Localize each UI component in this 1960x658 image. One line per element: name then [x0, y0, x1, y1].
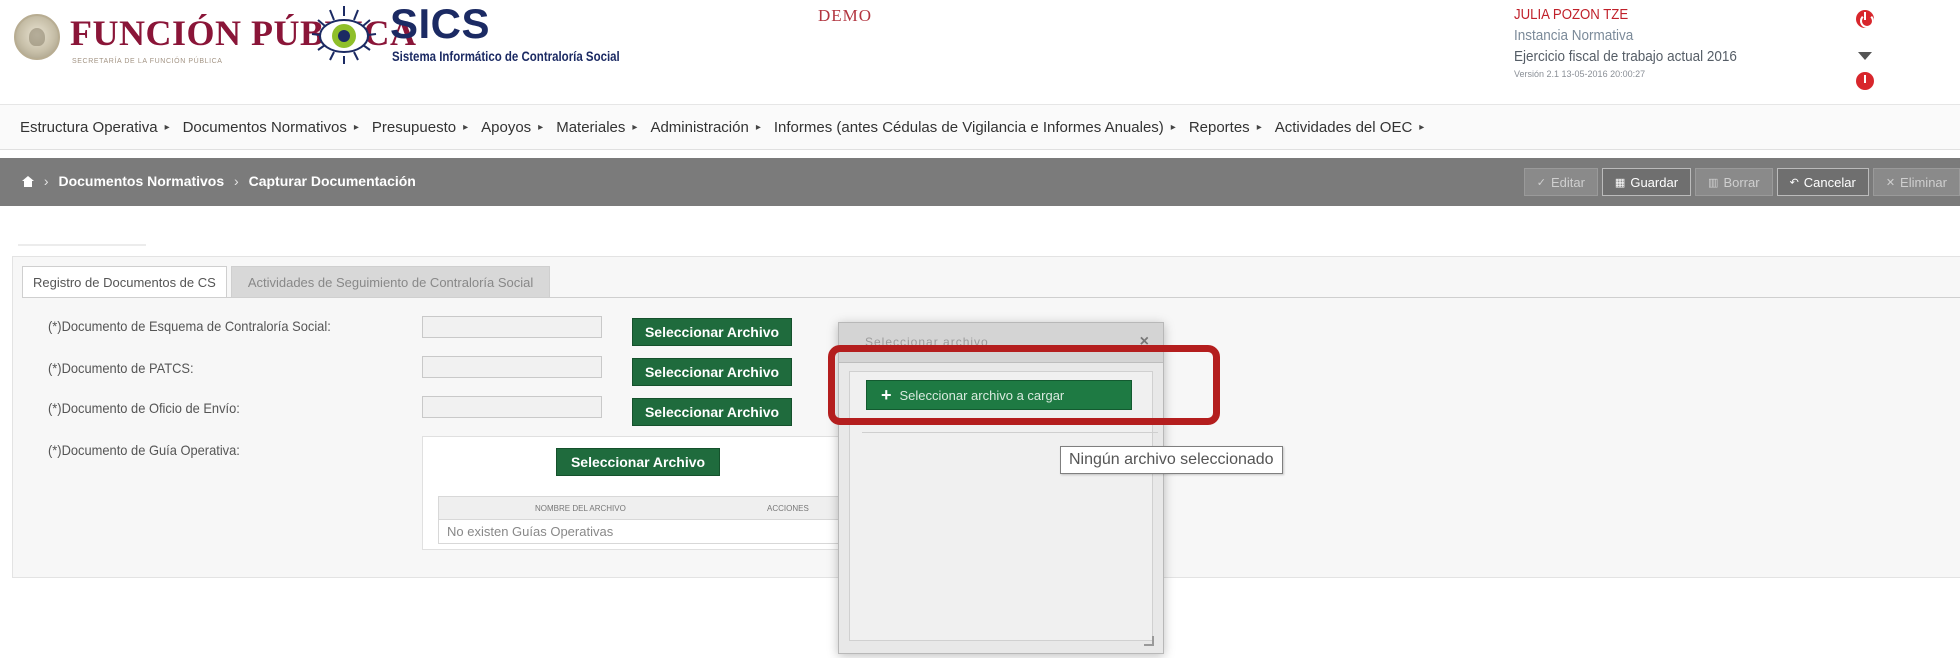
national-seal-logo [14, 14, 60, 60]
cancel-label: Cancelar [1803, 174, 1856, 190]
guia-label: (*)Documento de Guía Operativa: [48, 442, 240, 458]
breadcrumb-documentos-normativos[interactable]: Documentos Normativos [58, 173, 224, 189]
more-button[interactable]: ✕ Eliminar [1872, 168, 1960, 196]
esquema-label: (*)Documento de Esquema de Contraloría S… [48, 318, 331, 334]
action-toolbar: ✓ Editar ▦ Guardar ▥ Borrar ↶ Cancelar ✕ Elim… [1523, 168, 1960, 196]
breadcrumb-separator: › [43, 173, 49, 189]
menu-label: Actividades del OEC [1274, 118, 1413, 136]
annotation-highlight-box [828, 345, 1220, 425]
main-menu: Estructura Operativa ▸ Documentos Normati… [0, 104, 1960, 150]
user-info: JULIA POZON TZE Instancia Normativa Ejer… [1514, 6, 1784, 79]
app-title: SICS [390, 0, 491, 47]
menu-label: Estructura Operativa [20, 118, 158, 136]
app-header: FUNCIÓN PÚBLICA SECRETARÍA DE LA FUNCIÓN… [0, 0, 1960, 104]
edit-button[interactable]: ✓ Editar [1523, 168, 1598, 196]
breadcrumb: › Documentos Normativos › Capturar Docum… [22, 173, 416, 189]
fiscal-year: Ejercicio fiscal de trabajo actual 2016 [1514, 48, 1737, 65]
undo-icon: ↶ [1789, 176, 1799, 189]
check-icon: ✓ [1536, 176, 1546, 189]
menu-label: Apoyos [481, 118, 532, 136]
tab-registro-documentos[interactable]: Registro de Documentos de CS [22, 266, 227, 298]
divider [18, 244, 146, 246]
alert-icon[interactable] [1856, 72, 1874, 90]
menu-estructura-operativa[interactable]: Estructura Operativa ▸ [20, 119, 170, 136]
guia-table-header: NOMBRE DEL ARCHIVO ACCIONES [438, 496, 842, 520]
breadcrumb-capturar-documentacion: Capturar Documentación [248, 173, 416, 189]
menu-arrow-icon: ▸ [538, 121, 544, 133]
environment-label: DEMO [818, 6, 873, 25]
user-instance: Instancia Normativa [1514, 27, 1634, 44]
menu-arrow-icon: ▸ [164, 121, 170, 133]
save-icon: ▦ [1614, 176, 1626, 189]
tab-border [22, 297, 1960, 298]
menu-arrow-icon: ▸ [463, 121, 469, 133]
delete-button[interactable]: ▥ Borrar [1695, 168, 1773, 196]
menu-arrow-icon: ▸ [755, 121, 761, 133]
menu-actividades-oec[interactable]: Actividades del OEC ▸ [1275, 119, 1425, 136]
guia-empty-row: No existen Guías Operativas [438, 520, 842, 544]
esquema-file-field [422, 316, 602, 338]
menu-materiales[interactable]: Materiales ▸ [556, 119, 637, 136]
esquema-select-file-button[interactable]: Seleccionar Archivo [632, 318, 792, 346]
more-label: Eliminar [1900, 174, 1947, 190]
close-icon: ✕ [1885, 176, 1896, 189]
menu-label: Administración [650, 118, 749, 136]
trash-icon: ▥ [1708, 176, 1719, 189]
version-info: Versión 2.1 13-05-2016 20:00:27 [1514, 69, 1646, 79]
dialog-divider [862, 432, 1158, 433]
column-header-actions: ACCIONES [767, 503, 809, 513]
menu-label: Presupuesto [371, 118, 457, 136]
patcs-label: (*)Documento de PATCS: [48, 360, 194, 376]
menu-label: Reportes [1188, 118, 1250, 136]
menu-label: Materiales [556, 118, 626, 136]
oficio-label: (*)Documento de Oficio de Envío: [48, 400, 240, 416]
menu-administracion[interactable]: Administración ▸ [650, 119, 760, 136]
brand-subtitle: SECRETARÍA DE LA FUNCIÓN PÚBLICA [72, 58, 223, 65]
resize-handle-icon[interactable] [1144, 636, 1154, 646]
menu-documentos-normativos[interactable]: Documentos Normativos ▸ [183, 119, 359, 136]
patcs-file-field [422, 356, 602, 378]
save-button[interactable]: ▦ Guardar [1601, 168, 1692, 196]
menu-arrow-icon: ▸ [1256, 121, 1262, 133]
save-label: Guardar [1630, 174, 1679, 190]
menu-arrow-icon: ▸ [632, 121, 638, 133]
breadcrumb-bar: › Documentos Normativos › Capturar Docum… [0, 158, 1960, 206]
power-icon[interactable] [1856, 10, 1874, 28]
menu-label: Informes (antes Cédulas de Vigilancia e … [773, 118, 1164, 136]
column-header-filename: NOMBRE DEL ARCHIVO [535, 503, 626, 513]
tab-bar: Registro de Documentos de CS Actividades… [22, 266, 551, 298]
menu-informes[interactable]: Informes (antes Cédulas de Vigilancia e … [774, 119, 1176, 136]
tab-actividades-seguimiento[interactable]: Actividades de Seguimiento de Contralorí… [230, 266, 551, 298]
breadcrumb-separator: › [234, 173, 239, 189]
cancel-button[interactable]: ↶ Cancelar [1776, 168, 1869, 196]
chevron-down-icon[interactable] [1858, 52, 1872, 60]
app-subtitle: Sistema Informático de Contraloría Socia… [392, 48, 620, 64]
sics-eye-logo [311, 6, 377, 64]
patcs-select-file-button[interactable]: Seleccionar Archivo [632, 358, 792, 386]
menu-arrow-icon: ▸ [353, 121, 359, 133]
oficio-select-file-button[interactable]: Seleccionar Archivo [632, 398, 792, 426]
menu-arrow-icon: ▸ [1419, 121, 1425, 133]
menu-apoyos[interactable]: Apoyos ▸ [481, 119, 543, 136]
oficio-file-field [422, 396, 602, 418]
edit-label: Editar [1550, 174, 1585, 190]
menu-presupuesto[interactable]: Presupuesto ▸ [372, 119, 468, 136]
menu-arrow-icon: ▸ [1170, 121, 1176, 133]
menu-reportes[interactable]: Reportes ▸ [1189, 119, 1262, 136]
menu-label: Documentos Normativos [182, 118, 347, 136]
no-file-tooltip: Ningún archivo seleccionado [1060, 446, 1283, 474]
delete-label: Borrar [1723, 174, 1760, 190]
guia-select-file-button[interactable]: Seleccionar Archivo [556, 448, 720, 476]
user-name[interactable]: JULIA POZON TZE [1514, 6, 1752, 23]
home-icon[interactable] [22, 176, 34, 187]
